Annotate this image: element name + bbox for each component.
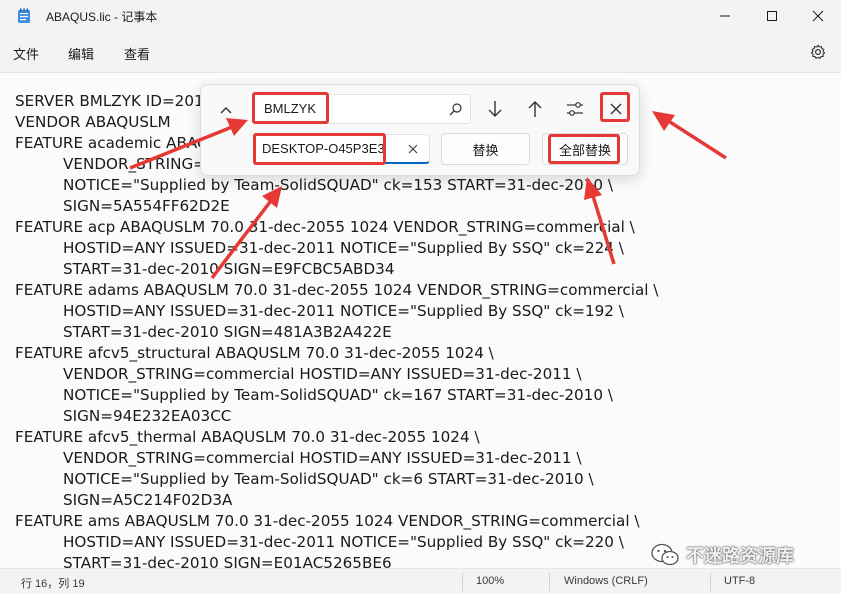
- editor-line: FEATURE academic ABAQ: [15, 134, 209, 152]
- find-previous-button[interactable]: [520, 95, 550, 123]
- status-bar: 行 16，列 19 100% Windows (CRLF) UTF-8: [0, 568, 841, 594]
- editor-line: SIGN=A5C214F02D3A: [63, 491, 233, 509]
- menu-bar: 文件 编辑 查看: [0, 36, 841, 70]
- editor-line: START=31-dec-2010 SIGN=481A3B2A422E: [63, 323, 392, 341]
- find-input[interactable]: BMLZYK: [253, 94, 471, 124]
- editor-line: SERVER BMLZYK ID=201: [15, 92, 204, 110]
- find-options-button[interactable]: [560, 95, 590, 123]
- menu-file[interactable]: 文件: [13, 44, 39, 63]
- collapse-replace-button[interactable]: [215, 99, 237, 121]
- gear-icon[interactable]: [810, 44, 826, 60]
- notepad-app-icon: [18, 8, 30, 23]
- find-replace-panel: BMLZYK DESKTOP-O45P3E3 替换 全部替换: [200, 84, 640, 176]
- wechat-icon: [651, 543, 679, 566]
- replace-input-value: DESKTOP-O45P3E3: [262, 141, 385, 156]
- maximize-icon: [767, 11, 777, 21]
- arrow-up-icon: [528, 101, 542, 117]
- title-bar: ABAQUS.lic - 记事本: [0, 0, 841, 32]
- editor-line: HOSTID=ANY ISSUED=31-dec-2011 NOTICE="Su…: [63, 302, 624, 320]
- arrow-down-icon: [488, 101, 502, 117]
- window-title: ABAQUS.lic - 记事本: [46, 10, 158, 24]
- watermark-text: 不迷路资源库: [686, 546, 794, 567]
- maximize-button[interactable]: [749, 0, 795, 32]
- status-divider: [710, 573, 711, 591]
- find-next-button[interactable]: [480, 95, 510, 123]
- menu-edit[interactable]: 编辑: [68, 44, 94, 63]
- cursor-position: 行 16，列 19: [21, 578, 85, 590]
- editor-line: NOTICE="Supplied by Team-SolidSQUAD" ck=…: [63, 176, 613, 194]
- status-divider: [462, 573, 463, 591]
- minimize-icon: [720, 15, 730, 17]
- chevron-up-icon: [220, 107, 232, 114]
- replace-all-button[interactable]: 全部替换: [542, 133, 628, 165]
- search-icon[interactable]: [448, 102, 463, 117]
- editor-line: SIGN=5A554FF62D2E: [63, 197, 230, 215]
- editor-line: VENDOR_STRING=commercial HOSTID=ANY ISSU…: [63, 365, 582, 383]
- close-find-button[interactable]: [601, 95, 631, 123]
- encoding: UTF-8: [724, 575, 756, 587]
- replace-input[interactable]: DESKTOP-O45P3E3: [253, 134, 430, 164]
- editor-line: FEATURE adams ABAQUSLM 70.0 31-dec-2055 …: [15, 281, 659, 299]
- editor-line: SIGN=94E232EA03CC: [63, 407, 232, 425]
- line-ending: Windows (CRLF): [564, 575, 648, 587]
- editor-line: FEATURE acp ABAQUSLM 70.0 31-dec-2055 10…: [15, 218, 635, 236]
- editor-line: FEATURE afcv5_structural ABAQUSLM 70.0 3…: [15, 344, 494, 362]
- watermark: 不迷路资源库: [650, 540, 794, 570]
- editor-line: FEATURE afcv5_thermal ABAQUSLM 70.0 31-d…: [15, 428, 480, 446]
- minimize-button[interactable]: [702, 0, 748, 32]
- editor-line: VENDOR_STRING=commercial HOSTID=ANY ISSU…: [63, 449, 582, 467]
- replace-button[interactable]: 替换: [441, 133, 530, 165]
- editor-line: VENDOR ABAQUSLM: [15, 113, 171, 131]
- editor-line: START=31-dec-2010 SIGN=E9FCBC5ABD34: [63, 260, 395, 278]
- editor-line: START=31-dec-2010 SIGN=E01AC5265BE6: [63, 554, 392, 568]
- close-icon: [812, 10, 824, 22]
- close-window-button[interactable]: [795, 0, 841, 32]
- editor-line: FEATURE ams ABAQUSLM 70.0 31-dec-2055 10…: [15, 512, 640, 530]
- zoom-level: 100%: [476, 575, 505, 587]
- options-icon: [567, 102, 583, 116]
- editor-line: VENDOR_STRING=: [63, 155, 206, 173]
- status-divider: [549, 573, 550, 591]
- clear-icon[interactable]: [406, 142, 420, 156]
- editor-line: HOSTID=ANY ISSUED=31-dec-2011 NOTICE="Su…: [63, 533, 624, 551]
- menu-view[interactable]: 查看: [124, 44, 150, 63]
- find-input-value: BMLZYK: [264, 101, 317, 116]
- editor-line: HOSTID=ANY ISSUED=31-dec-2011 NOTICE="Su…: [63, 239, 624, 257]
- close-icon: [610, 103, 622, 115]
- editor-line: NOTICE="Supplied by Team-SolidSQUAD" ck=…: [63, 386, 613, 404]
- editor-line: NOTICE="Supplied by Team-SolidSQUAD" ck=…: [63, 470, 594, 488]
